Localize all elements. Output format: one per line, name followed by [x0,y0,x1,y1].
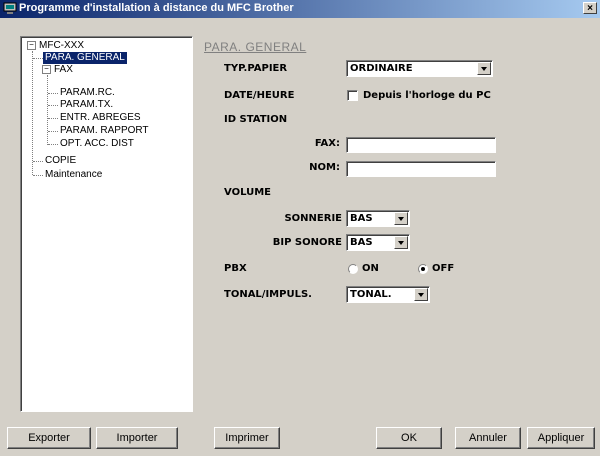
tree-line [48,118,58,119]
tonal-impuls-select[interactable]: TONAL. [346,286,430,303]
importer-button[interactable]: Importer [96,427,178,449]
tree-item-opt-acc-dist[interactable]: OPT. ACC. DIST [60,138,134,150]
exporter-button[interactable]: Exporter [7,427,91,449]
tree-line [48,93,58,94]
chevron-down-icon[interactable] [394,236,408,249]
fax-field[interactable] [346,137,496,153]
close-button[interactable]: × [583,2,597,14]
tree-item-fax[interactable]: FAX [54,64,73,76]
collapse-icon[interactable]: − [42,65,51,74]
app-icon [3,2,17,14]
section-title: PARA. GENERAL [204,40,307,54]
volume-label: VOLUME [224,187,271,198]
date-heure-label: DATE/HEURE [224,90,295,101]
tree-item-param-rapport[interactable]: PARAM. RAPPORT [60,125,149,137]
chevron-down-icon[interactable] [394,212,408,225]
pbx-label: PBX [224,263,247,274]
sonnerie-label: SONNERIE [284,213,342,224]
tree-line [47,75,48,145]
pbx-off-label[interactable]: OFF [432,263,454,274]
nom-label: NOM: [309,162,340,173]
sonnerie-value: BAS [350,213,373,224]
imprimer-button[interactable]: Imprimer [214,427,280,449]
tree-item-param-tx[interactable]: PARAM.TX. [60,99,113,111]
fax-label: FAX: [314,138,340,149]
tree-line [33,175,43,176]
tree-item-maintenance[interactable]: Maintenance [45,169,102,181]
title-bar: Programme d'installation à distance du M… [0,0,600,18]
tree-line [33,58,43,59]
settings-tree[interactable]: − MFC-XXX PARA. GENERAL − FAX PARAM.RC. … [20,36,193,412]
pbx-off-radio[interactable] [418,264,428,274]
bip-sonore-value: BAS [350,237,373,248]
tree-line [48,105,58,106]
ok-button[interactable]: OK [376,427,442,449]
chevron-down-icon[interactable] [477,62,491,75]
typ-papier-select[interactable]: ORDINAIRE [346,60,493,77]
tree-line [48,131,58,132]
nom-field[interactable] [346,161,496,177]
tonal-impuls-label: TONAL/IMPULS. [224,289,312,300]
tree-item-para-general[interactable]: PARA. GENERAL [43,52,127,64]
chevron-down-icon[interactable] [414,288,428,301]
tree-item-mfc-xxx[interactable]: MFC-XXX [39,40,84,52]
tree-line [48,144,58,145]
date-heure-checkbox[interactable] [347,90,358,101]
id-station-label: ID STATION [224,114,288,125]
bip-sonore-label: BIP SONORE [272,237,342,248]
tree-line [32,51,33,175]
tree-item-entr-abreges[interactable]: ENTR. ABREGES [60,112,141,124]
pbx-on-label[interactable]: ON [362,263,379,274]
appliquer-button[interactable]: Appliquer [527,427,595,449]
typ-papier-value: ORDINAIRE [350,63,413,74]
bip-sonore-select[interactable]: BAS [346,234,410,251]
pbx-on-radio[interactable] [348,264,358,274]
collapse-icon[interactable]: − [27,41,36,50]
window-title: Programme d'installation à distance du M… [19,2,294,14]
tree-item-copie[interactable]: COPIE [45,155,76,167]
tree-line [33,161,43,162]
typ-papier-label: TYP.PAPIER [224,63,288,74]
date-heure-checkbox-label[interactable]: Depuis l'horloge du PC [363,90,491,101]
tree-item-param-rc[interactable]: PARAM.RC. [60,87,115,99]
annuler-button[interactable]: Annuler [455,427,521,449]
tonal-impuls-value: TONAL. [350,289,392,300]
sonnerie-select[interactable]: BAS [346,210,410,227]
